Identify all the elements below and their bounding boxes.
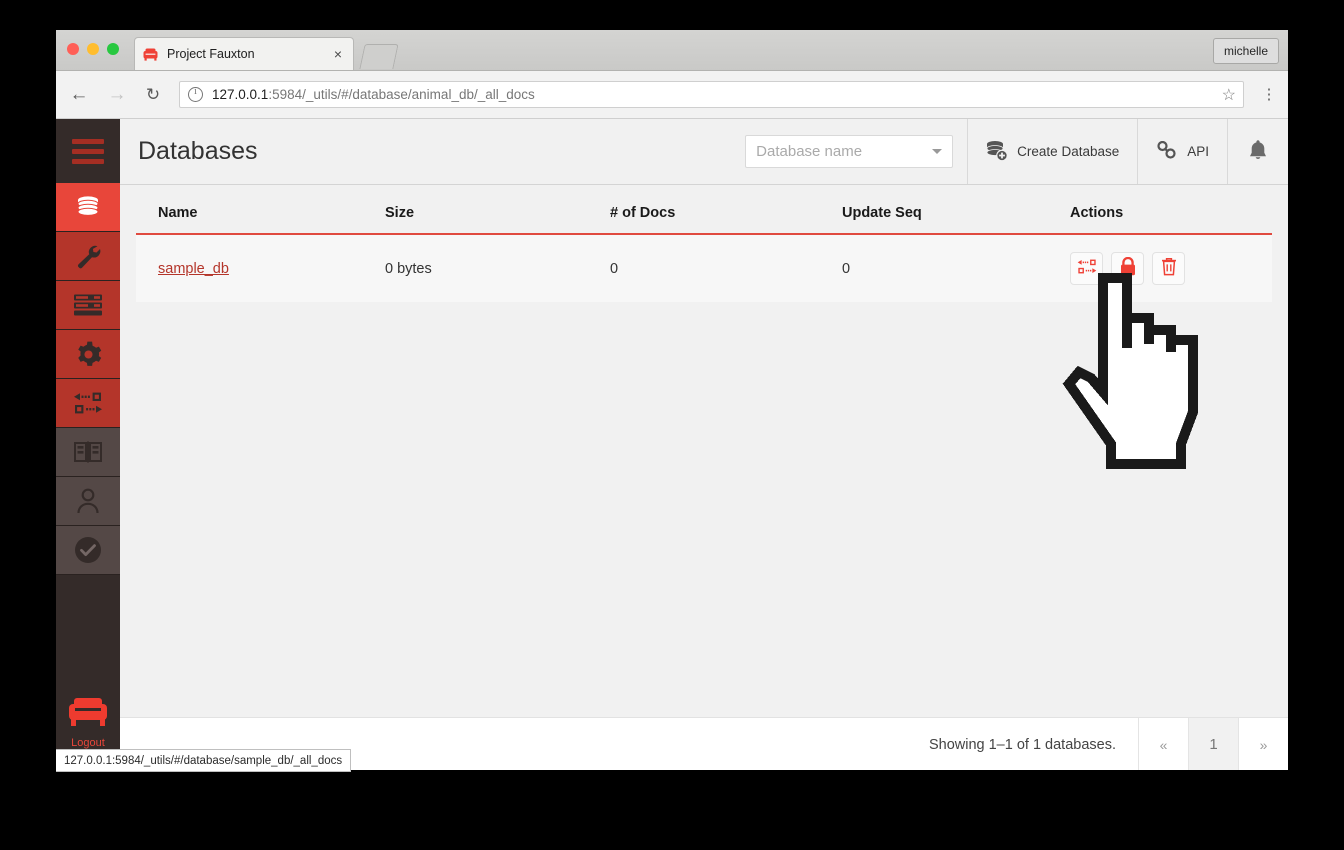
site-info-icon[interactable] (188, 86, 203, 102)
pagination-next-button[interactable]: » (1238, 718, 1288, 770)
browser-tab-project-fauxton[interactable]: Project Fauxton × (134, 37, 354, 70)
database-search-placeholder: Database name (756, 143, 863, 160)
address-bar-url: 127.0.0.1:5984/_utils/#/database/animal_… (212, 87, 535, 102)
book-icon (74, 440, 102, 464)
sidebar-item-databases[interactable] (56, 183, 120, 232)
sidebar-menu-toggle[interactable] (56, 119, 120, 183)
sidebar-item-configuration[interactable] (56, 330, 120, 379)
fauxton-app: Logout Databases Database name Create Da… (56, 119, 1288, 770)
sidebar-item-replication[interactable] (56, 379, 120, 428)
databases-table-container: Name Size # of Docs Update Seq Actions s… (120, 185, 1288, 717)
pagination-page-1[interactable]: 1 (1188, 718, 1238, 770)
pagination: « 1 » (1138, 718, 1288, 770)
row-action-buttons (1070, 252, 1272, 285)
sidebar: Logout (56, 119, 120, 770)
bookmark-star-icon[interactable]: ☆ (1222, 86, 1236, 105)
close-tab-button[interactable]: × (331, 47, 345, 61)
api-button[interactable]: API (1137, 119, 1227, 184)
window-traffic-lights (67, 43, 119, 55)
page-header: Databases Database name Create Database … (120, 119, 1288, 185)
address-bar[interactable]: 127.0.0.1:5984/_utils/#/database/animal_… (179, 81, 1244, 108)
databases-table-body: sample_db 0 bytes 0 0 (136, 234, 1272, 302)
databases-table: Name Size # of Docs Update Seq Actions s… (136, 185, 1272, 302)
gear-icon (75, 341, 102, 368)
screenshot-root: Project Fauxton × michelle ← → ↻ 127.0.0… (0, 0, 1344, 850)
cell-actions (1070, 234, 1272, 302)
check-circle-icon (74, 536, 102, 564)
create-database-label: Create Database (1017, 144, 1120, 159)
create-database-button[interactable]: Create Database (967, 119, 1137, 184)
chevron-down-icon[interactable] (932, 149, 943, 154)
browser-status-bubble: 127.0.0.1:5984/_utils/#/database/sample_… (56, 749, 352, 772)
api-label: API (1187, 144, 1209, 159)
database-add-icon (986, 140, 1008, 164)
logout-label: Logout (71, 737, 105, 749)
replication-icon (73, 391, 103, 415)
sidebar-item-documentation[interactable] (56, 428, 120, 477)
replication-icon (1077, 258, 1097, 279)
pagination-prev-button[interactable]: « (1138, 718, 1188, 770)
close-window-button[interactable] (67, 43, 79, 55)
column-header-update-seq: Update Seq (842, 185, 1070, 235)
database-search-input[interactable]: Database name (745, 135, 954, 168)
forward-button[interactable]: → (102, 80, 132, 110)
browser-tab-title: Project Fauxton (167, 47, 255, 61)
databases-table-head: Name Size # of Docs Update Seq Actions (136, 185, 1272, 235)
column-header-docs: # of Docs (610, 185, 842, 235)
browser-tabstrip: Project Fauxton × michelle (56, 30, 1288, 71)
sidebar-item-user-management[interactable] (56, 477, 120, 526)
browser-menu-icon[interactable]: ⋮ (1256, 87, 1282, 102)
page-title: Databases (138, 137, 258, 165)
back-button[interactable]: ← (64, 80, 94, 110)
reload-button[interactable]: ↻ (138, 80, 168, 110)
cell-size: 0 bytes (385, 234, 610, 302)
browser-toolbar: ← → ↻ 127.0.0.1:5984/_utils/#/database/a… (56, 71, 1288, 119)
table-header-row: Name Size # of Docs Update Seq Actions (136, 185, 1272, 235)
lock-icon (1120, 256, 1136, 280)
showing-count-label: Showing 1–1 of 1 databases. (928, 736, 1116, 753)
address-bar-host: 127.0.0.1 (212, 87, 269, 102)
browser-window: Project Fauxton × michelle ← → ↻ 127.0.0… (56, 30, 1288, 770)
sidebar-item-verify[interactable] (56, 526, 120, 575)
server-stack-icon (74, 294, 102, 316)
database-link-sample-db[interactable]: sample_db (158, 261, 229, 277)
browser-profile-chip[interactable]: michelle (1212, 38, 1279, 64)
couch-logo-icon (69, 698, 107, 726)
database-icon (73, 192, 103, 222)
notifications-button[interactable] (1227, 119, 1288, 184)
user-icon (76, 488, 100, 514)
wrench-icon (75, 243, 102, 270)
table-row: sample_db 0 bytes 0 0 (136, 234, 1272, 302)
trash-icon (1161, 257, 1177, 280)
notification-bell-icon (1248, 139, 1268, 164)
status-bubble-url: 127.0.0.1:5984/_utils/#/database/sample_… (64, 754, 343, 767)
column-header-actions: Actions (1070, 185, 1272, 235)
couch-favicon-icon (143, 48, 158, 61)
link-chain-icon (1156, 140, 1178, 162)
sidebar-item-setup[interactable] (56, 232, 120, 281)
sidebar-item-active-tasks[interactable] (56, 281, 120, 330)
maximize-window-button[interactable] (107, 43, 119, 55)
main-content: Databases Database name Create Database … (120, 119, 1288, 770)
fauxton-logo-logout[interactable]: Logout (56, 697, 120, 749)
new-tab-button[interactable] (359, 44, 399, 69)
minimize-window-button[interactable] (87, 43, 99, 55)
replicate-database-button[interactable] (1070, 252, 1103, 285)
column-header-name: Name (136, 185, 385, 235)
browser-profile-name: michelle (1223, 44, 1268, 58)
delete-database-button[interactable] (1152, 252, 1185, 285)
database-permissions-button[interactable] (1111, 252, 1144, 285)
hamburger-icon (72, 138, 104, 164)
cell-update-seq: 0 (842, 234, 1070, 302)
address-bar-path: :5984/_utils/#/database/animal_db/_all_d… (268, 87, 535, 102)
cell-database-name: sample_db (136, 234, 385, 302)
cell-docs: 0 (610, 234, 842, 302)
column-header-size: Size (385, 185, 610, 235)
